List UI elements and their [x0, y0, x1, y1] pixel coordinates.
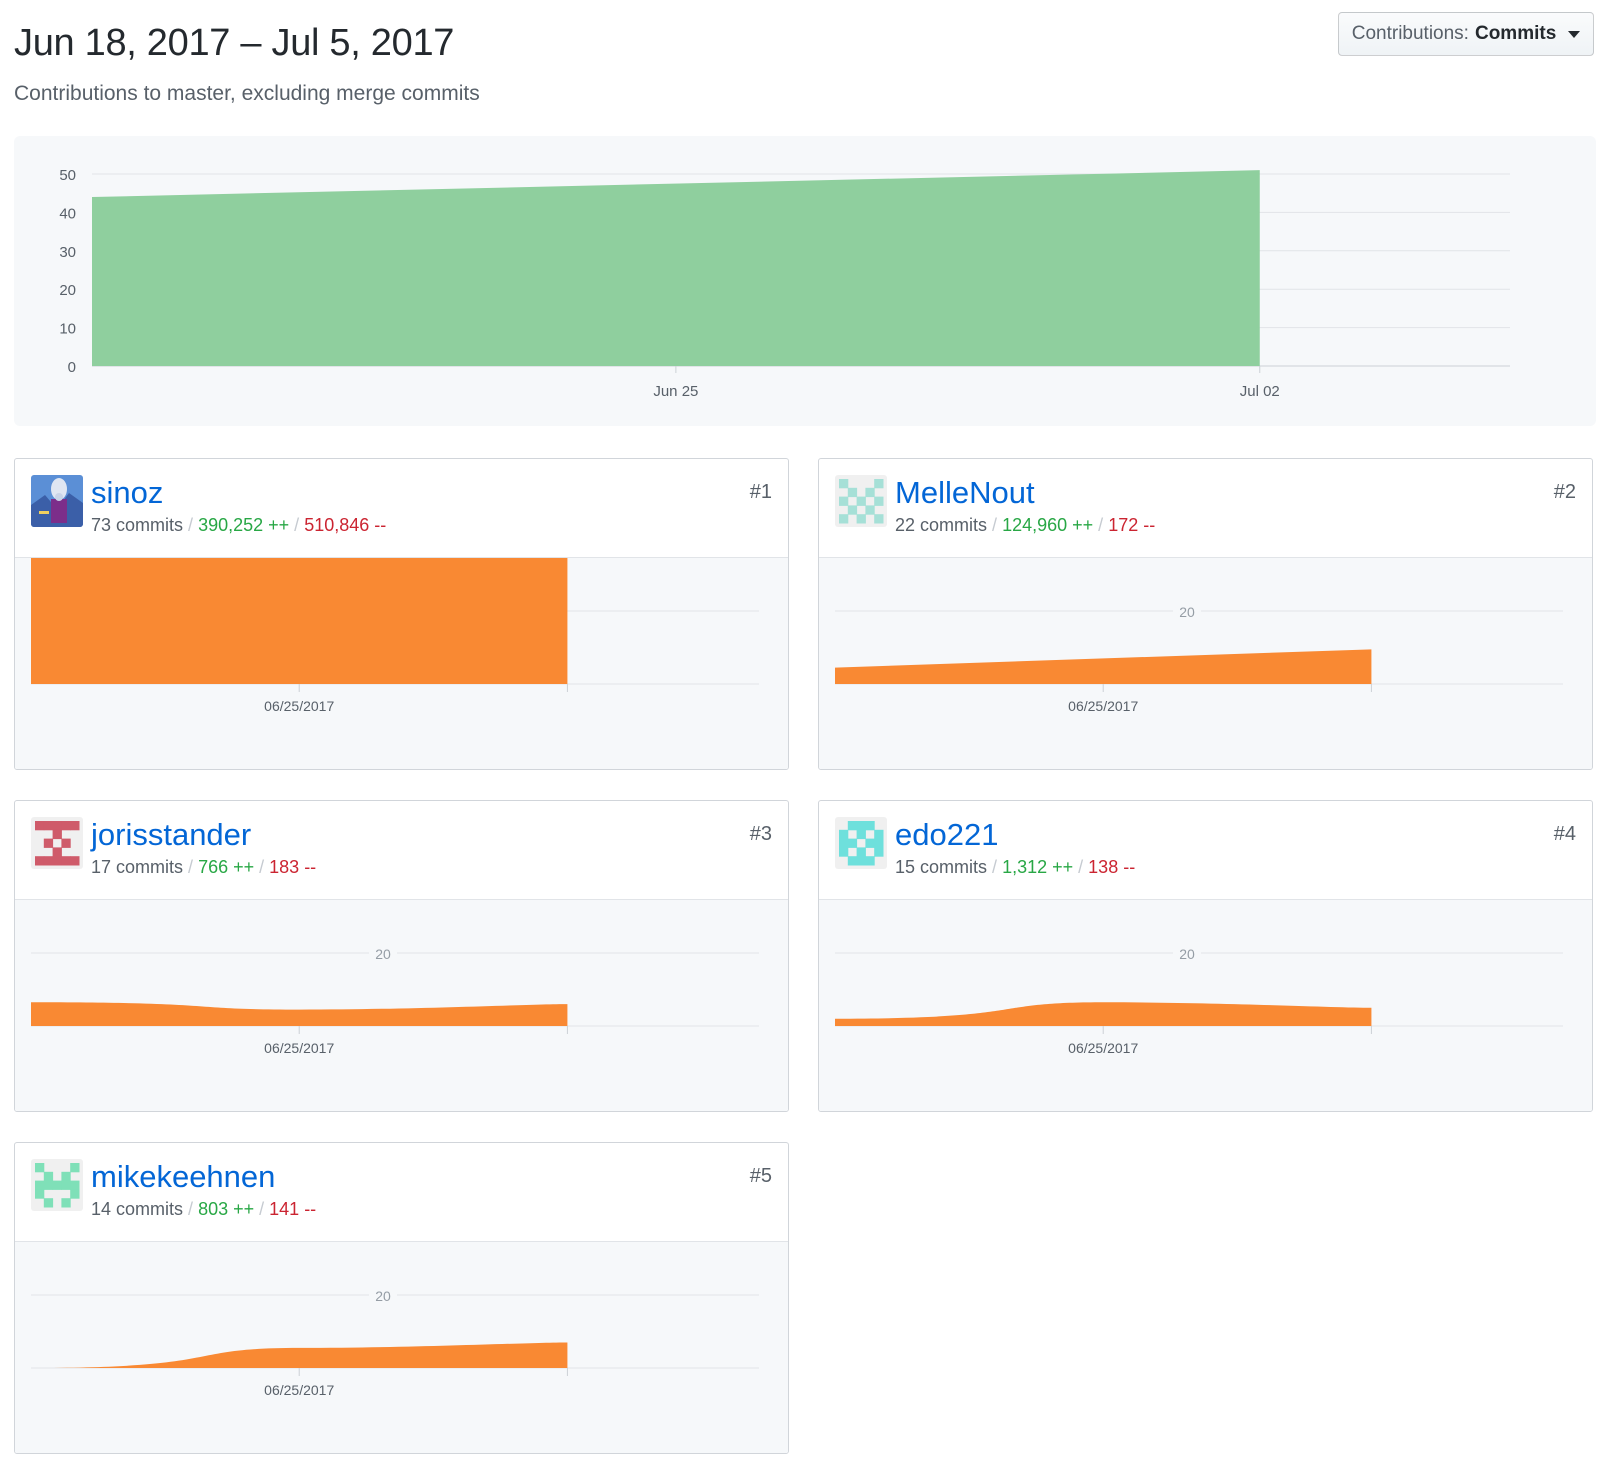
deletions-count: 138 --: [1088, 857, 1136, 877]
contributor-area-chart: 06/25/2017: [31, 558, 759, 714]
contributor-area-chart: 20 06/25/2017: [31, 944, 759, 1056]
commit-count: 22 commits: [895, 515, 988, 535]
y-tick-label: 50: [59, 167, 76, 184]
caret-down-icon: [1568, 30, 1581, 38]
stats-separator: /: [992, 515, 1003, 535]
y-tick-label: 30: [59, 244, 76, 261]
commits-area-series: [31, 558, 568, 684]
stats-separator: /: [259, 857, 270, 877]
deletions-count: 510,846 --: [304, 515, 387, 535]
avatar[interactable]: [31, 1159, 83, 1211]
y-tick-label: 0: [68, 359, 76, 376]
commit-count: 15 commits: [895, 857, 988, 877]
contributor-header: mikekeehnen 14 commits / 803 ++ / 141 --…: [15, 1143, 788, 1242]
stats-separator: /: [188, 515, 199, 535]
commits-area-series: [835, 649, 1372, 684]
contributor-card: MelleNout 22 commits / 124,960 ++ / 172 …: [818, 458, 1593, 770]
contributions-area-chart: 0 10 20 30 40 50 Jun 25 Jul 02: [59, 167, 1510, 400]
contributor-graph[interactable]: 20 06/25/2017: [819, 900, 1592, 1111]
x-tick-label: 06/25/2017: [264, 1040, 334, 1056]
contributor-name-link[interactable]: jorisstander: [91, 817, 251, 853]
contributor-name-link[interactable]: edo221: [895, 817, 998, 853]
contributor-stats: 17 commits / 766 ++ / 183 --: [91, 857, 316, 878]
contributor-name-link[interactable]: sinoz: [91, 475, 163, 511]
stats-separator: /: [992, 857, 1003, 877]
x-tick-label: Jul 02: [1240, 383, 1280, 400]
commits-area-series: [31, 1342, 568, 1368]
deletions-count: 141 --: [269, 1199, 317, 1219]
contributor-stats: 14 commits / 803 ++ / 141 --: [91, 1199, 316, 1220]
contributor-card: jorisstander 17 commits / 766 ++ / 183 -…: [14, 800, 789, 1112]
deletions-count: 172 --: [1108, 515, 1156, 535]
additions-count: 390,252 ++: [198, 515, 290, 535]
contributor-card: edo221 15 commits / 1,312 ++ / 138 -- #4…: [818, 800, 1593, 1112]
y-tick-label: 20: [375, 946, 391, 962]
x-tick-label: 06/25/2017: [1068, 1040, 1138, 1056]
contributor-graph[interactable]: 20 06/25/2017: [15, 1242, 788, 1453]
contributor-area-chart: 20 06/25/2017: [31, 1286, 759, 1398]
avatar[interactable]: [835, 475, 887, 527]
contributor-header: jorisstander 17 commits / 766 ++ / 183 -…: [15, 801, 788, 900]
x-tick-label: 06/25/2017: [1068, 698, 1138, 714]
date-range-subtitle: Contributions to master, excluding merge…: [14, 82, 480, 105]
commits-area-series: [92, 170, 1260, 366]
y-tick-label: 40: [59, 205, 76, 222]
commits-area-series: [31, 1002, 568, 1026]
contributor-graph[interactable]: 06/25/2017: [15, 558, 788, 769]
x-tick-label: Jun 25: [653, 383, 698, 400]
commit-count: 17 commits: [91, 857, 184, 877]
x-tick-label: 06/25/2017: [264, 1382, 334, 1398]
contributor-header: sinoz 73 commits / 390,252 ++ / 510,846 …: [15, 459, 788, 558]
contributor-graph[interactable]: 20 06/25/2017: [819, 558, 1592, 769]
contributor-area-chart: 20 06/25/2017: [835, 602, 1563, 714]
y-tick-label: 20: [1179, 946, 1195, 962]
commit-count: 73 commits: [91, 515, 184, 535]
contributor-rank: #5: [749, 1165, 772, 1187]
stats-separator: /: [188, 857, 199, 877]
contributor-rank: #3: [749, 823, 772, 845]
x-tick-label: 06/25/2017: [264, 698, 334, 714]
contributor-rank: #4: [1553, 823, 1576, 845]
deletions-count: 183 --: [269, 857, 317, 877]
additions-count: 124,960 ++: [1002, 515, 1094, 535]
contributor-rank: #2: [1553, 481, 1576, 503]
contributor-stats: 22 commits / 124,960 ++ / 172 --: [895, 515, 1155, 536]
contributor-name-link[interactable]: mikekeehnen: [91, 1159, 275, 1195]
contributor-name-link[interactable]: MelleNout: [895, 475, 1035, 511]
commits-area-series: [835, 1002, 1372, 1026]
contributions-graph[interactable]: 0 10 20 30 40 50 Jun 25 Jul 02: [14, 136, 1596, 426]
stats-separator: /: [188, 1199, 199, 1219]
commit-count: 14 commits: [91, 1199, 184, 1219]
y-tick-label: 10: [59, 321, 76, 338]
stats-separator: /: [1078, 857, 1089, 877]
contributor-area-chart: 20 06/25/2017: [835, 944, 1563, 1056]
contributions-type-dropdown[interactable]: Contributions: Commits: [1338, 12, 1594, 56]
stats-separator: /: [1098, 515, 1109, 535]
stats-separator: /: [259, 1199, 270, 1219]
additions-count: 1,312 ++: [1002, 857, 1074, 877]
contributor-card: mikekeehnen 14 commits / 803 ++ / 141 --…: [14, 1142, 789, 1454]
contributor-rank: #1: [749, 481, 772, 503]
contributor-graph[interactable]: 20 06/25/2017: [15, 900, 788, 1111]
contributor-card: sinoz 73 commits / 390,252 ++ / 510,846 …: [14, 458, 789, 770]
dropdown-label: Contributions:: [1351, 23, 1469, 44]
y-axis: 0 10 20 30 40 50: [59, 167, 76, 376]
y-tick-label: 20: [375, 1288, 391, 1304]
avatar[interactable]: [31, 475, 83, 527]
contributor-stats: 73 commits / 390,252 ++ / 510,846 --: [91, 515, 386, 536]
stats-separator: /: [294, 515, 305, 535]
avatar[interactable]: [835, 817, 887, 869]
y-tick-label: 20: [1179, 604, 1195, 620]
contributor-stats: 15 commits / 1,312 ++ / 138 --: [895, 857, 1135, 878]
additions-count: 803 ++: [198, 1199, 255, 1219]
avatar[interactable]: [31, 817, 83, 869]
additions-count: 766 ++: [198, 857, 255, 877]
contributor-header: MelleNout 22 commits / 124,960 ++ / 172 …: [819, 459, 1592, 558]
y-tick-label: 20: [59, 282, 76, 299]
contributor-header: edo221 15 commits / 1,312 ++ / 138 -- #4: [819, 801, 1592, 900]
dropdown-value: Commits: [1474, 23, 1557, 44]
